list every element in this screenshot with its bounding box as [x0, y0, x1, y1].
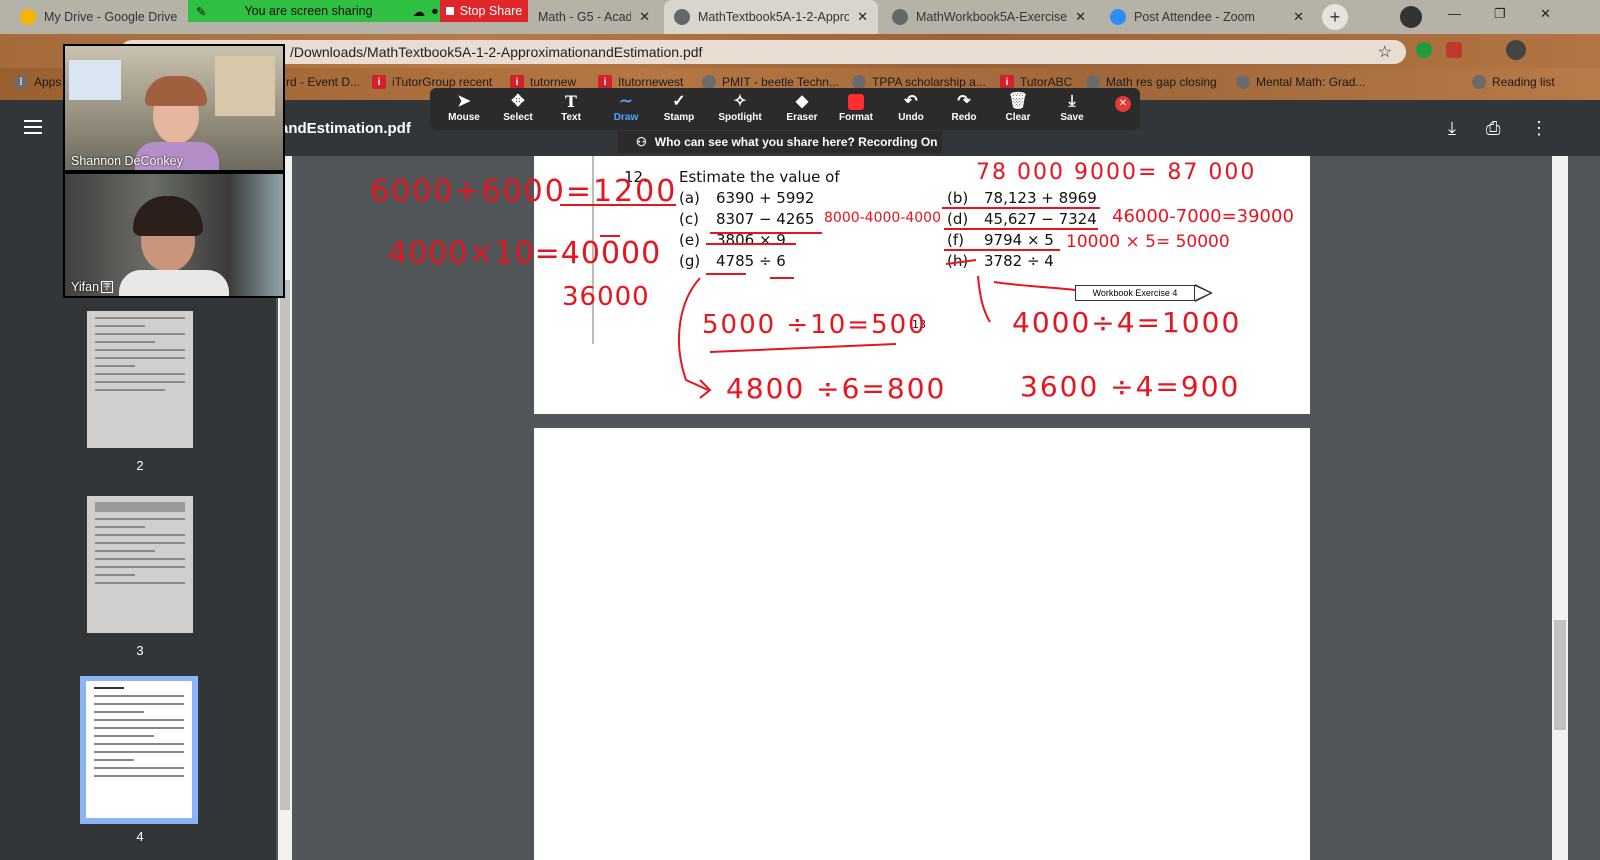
handwriting-e2: 36000: [562, 282, 650, 312]
handwriting-f: 10000 × 5= 50000: [1066, 232, 1230, 252]
wall-poster: [69, 60, 121, 100]
participant-hair: [133, 196, 203, 236]
video-tile-student[interactable]: Yifan 字: [63, 172, 285, 298]
handwriting-d: 46000-7000=39000: [1112, 206, 1294, 227]
ink-stroke: [993, 281, 1076, 291]
handwriting-c: 8000-4000-4000: [824, 210, 941, 226]
caption-icon: 字: [101, 281, 113, 293]
ink-underline: [945, 259, 977, 265]
video-tile-host[interactable]: Shannon DeConkey: [63, 44, 285, 172]
handwriting-g2: 4800 ÷6=800: [726, 372, 947, 405]
participant-name: Yifan: [71, 280, 100, 294]
ink-underline: [709, 343, 897, 353]
handwriting-g1: 5000 ÷10=500: [702, 310, 927, 340]
wall-poster: [215, 56, 275, 116]
participant-hair: [145, 76, 207, 106]
main-scroll-thumb[interactable]: [1554, 620, 1566, 730]
participant-shirt: [119, 270, 229, 296]
main-scrollbar[interactable]: [1552, 156, 1568, 860]
handwriting-h1: 4000÷4=1000: [1012, 306, 1242, 339]
handwriting-e: 4000×10=40000: [388, 236, 662, 271]
ink-stroke: [977, 275, 991, 323]
handwriting-h2: 3600 ÷4=900: [1020, 370, 1241, 403]
handwriting-b: 78 000 9000= 87 000: [976, 160, 1257, 185]
participant-name: Shannon DeConkey: [71, 154, 183, 168]
handwriting-a: 6000+6000=1200: [370, 174, 678, 209]
